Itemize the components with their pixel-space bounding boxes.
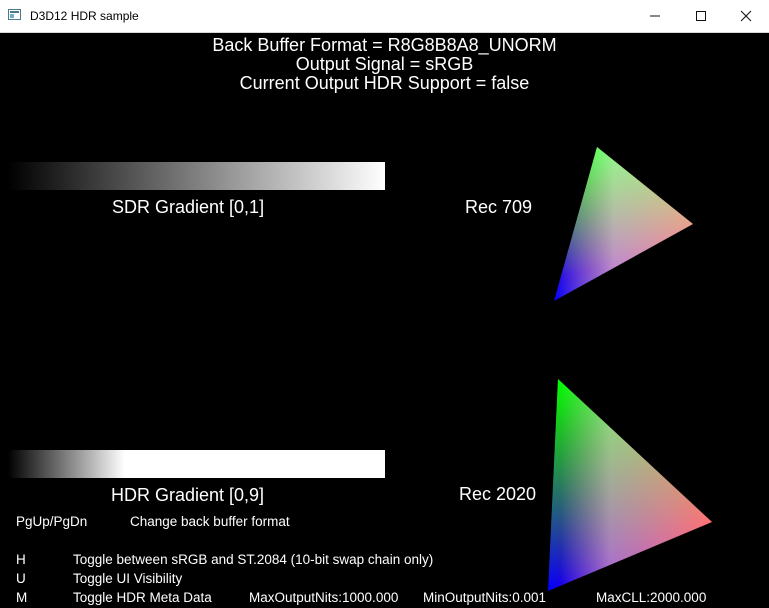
app-icon bbox=[8, 9, 21, 20]
close-button[interactable] bbox=[723, 0, 769, 32]
help-desc-h: Toggle between sRGB and ST.2084 (10-bit … bbox=[73, 552, 434, 567]
window-title: D3D12 HDR sample bbox=[30, 9, 139, 23]
help-key-pgup-pgdn: PgUp/PgDn bbox=[16, 514, 88, 529]
help-key-m: M bbox=[16, 590, 28, 605]
rec709-gamut-triangle bbox=[554, 147, 693, 301]
title-bar: D3D12 HDR sample bbox=[0, 0, 769, 33]
help-desc-pgup-pgdn: Change back buffer format bbox=[130, 514, 290, 529]
minimize-icon bbox=[650, 15, 660, 17]
render-area: Back Buffer Format = R8G8B8A8_UNORM Outp… bbox=[0, 33, 769, 608]
min-output-nits-text: MinOutputNits:0.001 bbox=[423, 590, 547, 605]
gamut-canvas bbox=[548, 147, 712, 591]
minimize-button[interactable] bbox=[632, 0, 678, 32]
help-key-u: U bbox=[16, 571, 26, 586]
close-icon bbox=[740, 10, 752, 22]
max-cll-text: MaxCLL:2000.000 bbox=[596, 590, 707, 605]
help-desc-u: Toggle UI Visibility bbox=[73, 571, 183, 586]
max-output-nits-text: MaxOutputNits:1000.000 bbox=[249, 590, 399, 605]
maximize-icon bbox=[696, 11, 706, 21]
help-desc-m: Toggle HDR Meta Data bbox=[73, 590, 212, 605]
help-key-h: H bbox=[16, 552, 26, 567]
rec2020-gamut-triangle bbox=[548, 379, 712, 591]
maximize-button[interactable] bbox=[678, 0, 724, 32]
